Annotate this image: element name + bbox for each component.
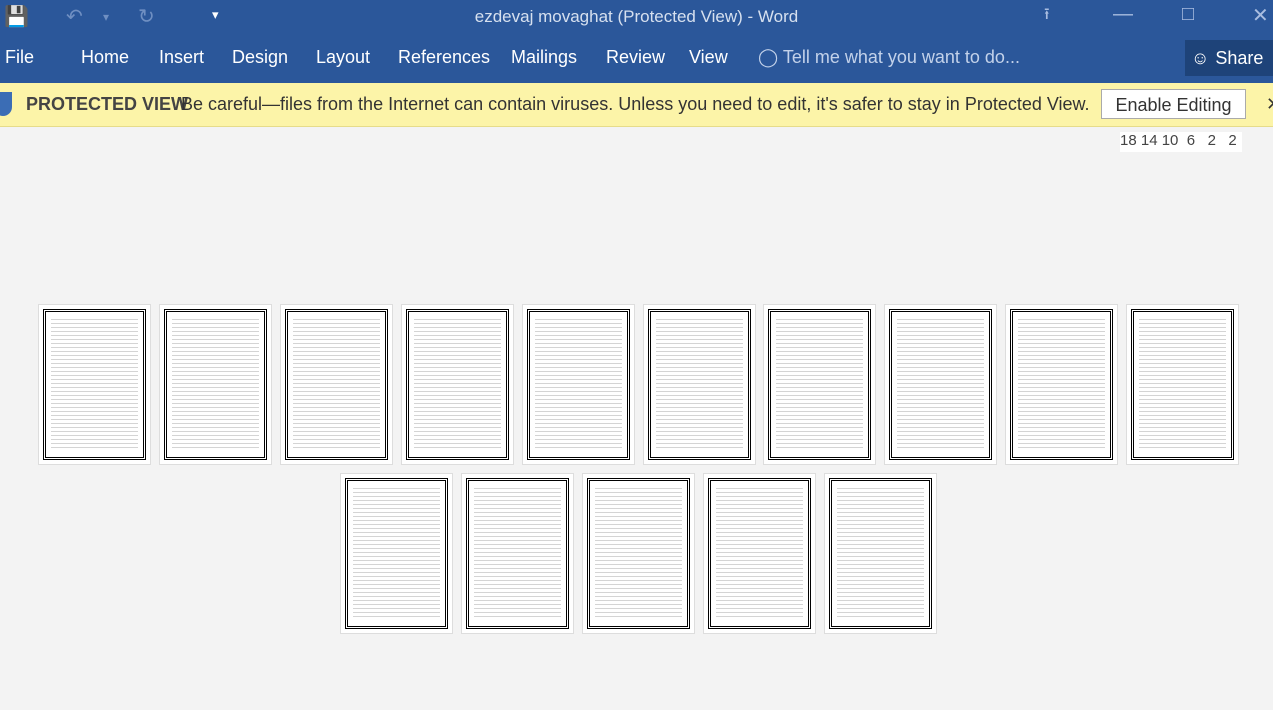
page-content bbox=[405, 309, 509, 460]
document-area[interactable] bbox=[0, 155, 1273, 710]
protected-view-label: PROTECTED VIEW bbox=[26, 94, 189, 114]
enable-editing-button[interactable]: Enable Editing bbox=[1101, 89, 1246, 119]
page-content bbox=[708, 478, 811, 629]
page-thumbnail[interactable] bbox=[763, 304, 877, 465]
protected-view-bar: PROTECTED VIEW Be careful—files from the… bbox=[0, 83, 1273, 127]
page-content bbox=[163, 309, 267, 460]
tab-references[interactable]: References bbox=[398, 47, 490, 68]
page-content bbox=[43, 309, 146, 460]
tab-design[interactable]: Design bbox=[232, 47, 288, 68]
ruler-ticks: 18 14 10 6 2 2 bbox=[1120, 132, 1237, 149]
page-content bbox=[587, 478, 690, 629]
page-thumbnail[interactable] bbox=[703, 473, 816, 634]
page-content bbox=[1010, 309, 1114, 460]
ribbon-display-options-icon[interactable]: ⭱ bbox=[1044, 3, 1050, 30]
page-content bbox=[647, 309, 751, 460]
page-thumbnail[interactable] bbox=[38, 304, 151, 465]
page-thumbnail[interactable] bbox=[1005, 304, 1119, 465]
page-thumbnail[interactable] bbox=[158, 304, 272, 465]
shield-icon bbox=[0, 92, 12, 116]
page-thumbnail[interactable] bbox=[1126, 304, 1240, 465]
page-thumbnail[interactable] bbox=[279, 304, 393, 465]
tab-insert[interactable]: Insert bbox=[159, 47, 204, 68]
page-thumbnail[interactable] bbox=[824, 473, 937, 634]
tab-view[interactable]: View bbox=[689, 47, 728, 68]
ruler[interactable]: 18 14 10 6 2 2 bbox=[1120, 132, 1242, 152]
tab-review[interactable]: Review bbox=[606, 47, 665, 68]
tab-home[interactable]: Home bbox=[81, 47, 129, 68]
page-content bbox=[889, 309, 993, 460]
tell-me-search[interactable]: ◯ Tell me what you want to do... bbox=[758, 47, 1020, 68]
close-bar-icon[interactable]: ✕ bbox=[1266, 94, 1273, 115]
page-thumbnail[interactable] bbox=[461, 473, 574, 634]
tab-file[interactable]: File bbox=[5, 47, 34, 68]
share-label: Share bbox=[1215, 47, 1264, 68]
page-thumbnail[interactable] bbox=[884, 304, 998, 465]
page-thumbnail[interactable] bbox=[582, 473, 695, 634]
tell-me-text: Tell me what you want to do... bbox=[782, 47, 1020, 67]
share-button[interactable]: ☺ Share bbox=[1185, 40, 1273, 76]
maximize-icon[interactable]: □ bbox=[1182, 3, 1194, 26]
add-person-icon: ☺ bbox=[1191, 47, 1210, 68]
page-thumbnail[interactable] bbox=[521, 304, 635, 465]
page-content bbox=[345, 478, 448, 629]
page-content bbox=[284, 309, 388, 460]
minimize-icon[interactable]: — bbox=[1113, 3, 1133, 26]
page-thumbnail[interactable] bbox=[340, 473, 453, 634]
page-content bbox=[829, 478, 932, 629]
close-icon[interactable]: ✕ bbox=[1252, 3, 1269, 28]
title-bar: 💾 ↶ ▾ ↻ ▾ ezdevaj movaghat (Protected Vi… bbox=[0, 0, 1273, 83]
page-thumbnail[interactable] bbox=[642, 304, 756, 465]
page-content bbox=[1131, 309, 1235, 460]
window-title: ezdevaj movaghat (Protected View) - Word bbox=[474, 7, 799, 26]
tab-mailings[interactable]: Mailings bbox=[511, 47, 577, 68]
page-content bbox=[768, 309, 872, 460]
page-thumbnail[interactable] bbox=[400, 304, 514, 465]
page-content bbox=[466, 478, 569, 629]
protected-view-message: Be careful—files from the Internet can c… bbox=[181, 94, 1090, 114]
tab-layout[interactable]: Layout bbox=[316, 47, 370, 68]
page-content bbox=[526, 309, 630, 460]
lightbulb-icon: ◯ bbox=[758, 47, 783, 67]
